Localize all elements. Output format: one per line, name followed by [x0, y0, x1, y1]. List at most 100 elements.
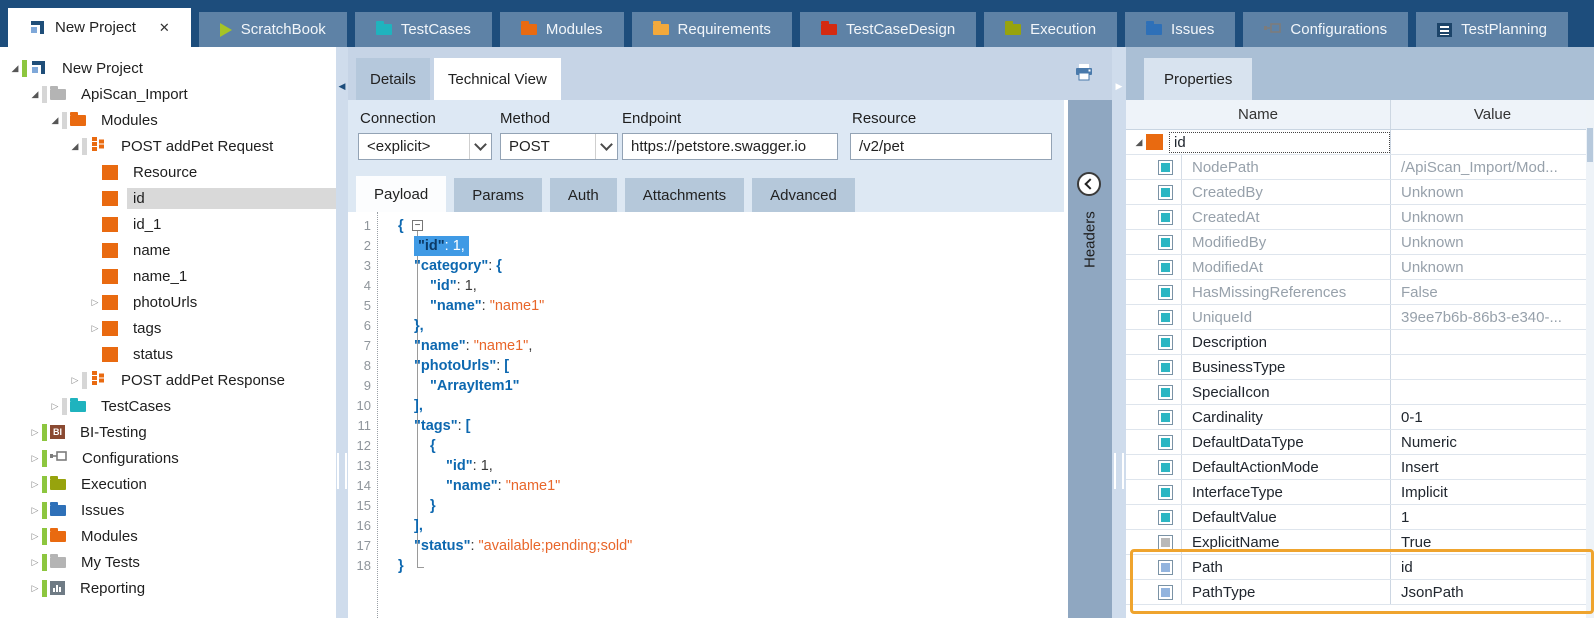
property-value-cell[interactable]: Implicit	[1390, 480, 1586, 504]
tree-item-resource[interactable]: Resource	[0, 159, 336, 185]
expand-arrow-icon[interactable]: ◢	[68, 141, 82, 152]
code-line-9[interactable]: "ArrayItem1"	[398, 376, 1064, 396]
code-line-14[interactable]: "name": "name1"	[398, 476, 1064, 496]
collapse-arrow-icon[interactable]: ▷	[68, 375, 82, 386]
property-row-description[interactable]: Description	[1126, 330, 1586, 355]
property-row-specialicon[interactable]: SpecialIcon	[1126, 380, 1586, 405]
property-row-id[interactable]: ◢id	[1126, 130, 1586, 155]
property-row-hasmissingreferences[interactable]: HasMissingReferencesFalse	[1126, 280, 1586, 305]
left-splitter[interactable]: ◀	[336, 47, 348, 618]
code-line-8[interactable]: "photoUrls": [	[398, 356, 1064, 376]
code-line-17[interactable]: "status": "available;pending;sold"	[398, 536, 1064, 556]
tab-attachments[interactable]: Attachments	[625, 178, 744, 212]
property-row-createdat[interactable]: CreatedAtUnknown	[1126, 205, 1586, 230]
tab-details[interactable]: Details	[356, 58, 430, 100]
tab-params[interactable]: Params	[454, 178, 542, 212]
property-row-cardinality[interactable]: Cardinality0-1	[1126, 405, 1586, 430]
code-line-2[interactable]: "id": 1,	[398, 236, 1064, 256]
connection-select[interactable]: <explicit>	[358, 133, 492, 160]
collapse-arrow-icon[interactable]: ▷	[28, 583, 42, 594]
collapse-arrow-icon[interactable]: ▷	[28, 427, 42, 438]
tree-item-name[interactable]: name	[0, 237, 336, 263]
tree-item-tags[interactable]: ▷tags	[0, 315, 336, 341]
tree-item-post-addpet-response[interactable]: ▷POST addPet Response	[0, 367, 336, 393]
tab-properties[interactable]: Properties	[1144, 58, 1252, 100]
property-value-cell[interactable]	[1390, 380, 1586, 404]
property-row-uniqueid[interactable]: UniqueId39ee7b6b-86b3-e340-...	[1126, 305, 1586, 330]
code-line-5[interactable]: "name": "name1"	[398, 296, 1064, 316]
tree-item-status[interactable]: status	[0, 341, 336, 367]
tree-item-new-project[interactable]: ◢New Project	[0, 55, 336, 81]
tree-item-issues[interactable]: ▷Issues	[0, 497, 336, 523]
tree-item-bi-testing[interactable]: ▷BIBI-Testing	[0, 419, 336, 445]
tab-testplanning[interactable]: TestPlanning	[1416, 12, 1568, 47]
property-value-cell[interactable]: id	[1390, 555, 1586, 579]
property-row-defaultactionmode[interactable]: DefaultActionModeInsert	[1126, 455, 1586, 480]
code-line-15[interactable]: }	[398, 496, 1064, 516]
property-row-defaultdatatype[interactable]: DefaultDataTypeNumeric	[1126, 430, 1586, 455]
property-value-cell[interactable]: Insert	[1390, 455, 1586, 479]
property-value-cell[interactable]: False	[1390, 280, 1586, 304]
tree-item-photourls[interactable]: ▷photoUrls	[0, 289, 336, 315]
tree-item-configurations[interactable]: ▷Configurations	[0, 445, 336, 471]
code-line-13[interactable]: "id": 1,	[398, 456, 1064, 476]
code-line-12[interactable]: {	[398, 436, 1064, 456]
tree-item-id-1[interactable]: id_1	[0, 211, 336, 237]
payload-code-editor[interactable]: 123456789101112131415161718 − {"id": 1,"…	[348, 212, 1064, 618]
code-line-11[interactable]: "tags": [	[398, 416, 1064, 436]
code-line-10[interactable]: ],	[398, 396, 1064, 416]
code-line-1[interactable]: {	[398, 216, 1064, 236]
collapse-arrow-icon[interactable]: ▷	[28, 453, 42, 464]
property-value-cell[interactable]: 39ee7b6b-86b3-e340-...	[1390, 305, 1586, 329]
property-row-createdby[interactable]: CreatedByUnknown	[1126, 180, 1586, 205]
code-line-7[interactable]: "name": "name1",	[398, 336, 1064, 356]
property-value-cell[interactable]: Unknown	[1390, 180, 1586, 204]
property-value-cell[interactable]: 1	[1390, 505, 1586, 529]
tab-advanced[interactable]: Advanced	[752, 178, 855, 212]
print-icon[interactable]	[1074, 64, 1094, 82]
tab-testcasedesign[interactable]: TestCaseDesign	[800, 12, 976, 47]
property-row-path[interactable]: Pathid	[1126, 555, 1586, 580]
tab-payload[interactable]: Payload	[356, 176, 446, 212]
resource-input[interactable]	[850, 133, 1052, 160]
headers-vertical-tab[interactable]: Headers	[1068, 203, 1112, 277]
property-value-cell[interactable]: /ApiScan_Import/Mod...	[1390, 155, 1586, 179]
collapse-right-icon[interactable]: ▶	[1112, 81, 1126, 91]
collapse-arrow-icon[interactable]: ▷	[28, 531, 42, 542]
collapse-arrow-icon[interactable]: ▷	[28, 479, 42, 490]
expand-arrow-icon[interactable]: ◢	[1132, 137, 1146, 148]
collapse-arrow-icon[interactable]: ▷	[48, 401, 62, 412]
property-row-modifiedby[interactable]: ModifiedByUnknown	[1126, 230, 1586, 255]
code-line-6[interactable]: },	[398, 316, 1064, 336]
right-splitter-grip[interactable]	[1114, 453, 1124, 489]
collapse-arrow-icon[interactable]: ▷	[28, 505, 42, 516]
tree-item-name-1[interactable]: name_1	[0, 263, 336, 289]
tab-auth[interactable]: Auth	[550, 178, 617, 212]
code-line-18[interactable]: }	[398, 556, 1064, 576]
tree-item-apiscan-import[interactable]: ◢ApiScan_Import	[0, 81, 336, 107]
property-value-cell[interactable]	[1390, 330, 1586, 354]
tree-item-testcases[interactable]: ▷TestCases	[0, 393, 336, 419]
method-select[interactable]: POST	[500, 133, 618, 160]
tab-issues[interactable]: Issues	[1125, 12, 1235, 47]
property-value-cell[interactable]: 0-1	[1390, 405, 1586, 429]
tree-item-modules[interactable]: ▷Modules	[0, 523, 336, 549]
tab-testcases[interactable]: TestCases	[355, 12, 492, 47]
property-value-cell[interactable]: JsonPath	[1390, 580, 1586, 604]
code-line-4[interactable]: "id": 1,	[398, 276, 1064, 296]
property-row-pathtype[interactable]: PathTypeJsonPath	[1126, 580, 1586, 605]
property-row-businesstype[interactable]: BusinessType	[1126, 355, 1586, 380]
collapse-arrow-icon[interactable]: ▷	[28, 557, 42, 568]
tree-item-id[interactable]: id	[0, 185, 336, 211]
properties-scrollbar[interactable]	[1586, 100, 1594, 618]
code-line-3[interactable]: "category": {	[398, 256, 1064, 276]
property-value-cell[interactable]: True	[1390, 530, 1586, 554]
property-value-cell[interactable]: Numeric	[1390, 430, 1586, 454]
collapse-arrow-icon[interactable]: ▷	[88, 323, 102, 334]
tree-item-my-tests[interactable]: ▷My Tests	[0, 549, 336, 575]
property-row-defaultvalue[interactable]: DefaultValue1	[1126, 505, 1586, 530]
right-splitter[interactable]: ▶	[1112, 47, 1126, 618]
tree-item-execution[interactable]: ▷Execution	[0, 471, 336, 497]
tab-execution[interactable]: Execution	[984, 12, 1117, 47]
scrollbar-thumb[interactable]	[1587, 128, 1593, 162]
